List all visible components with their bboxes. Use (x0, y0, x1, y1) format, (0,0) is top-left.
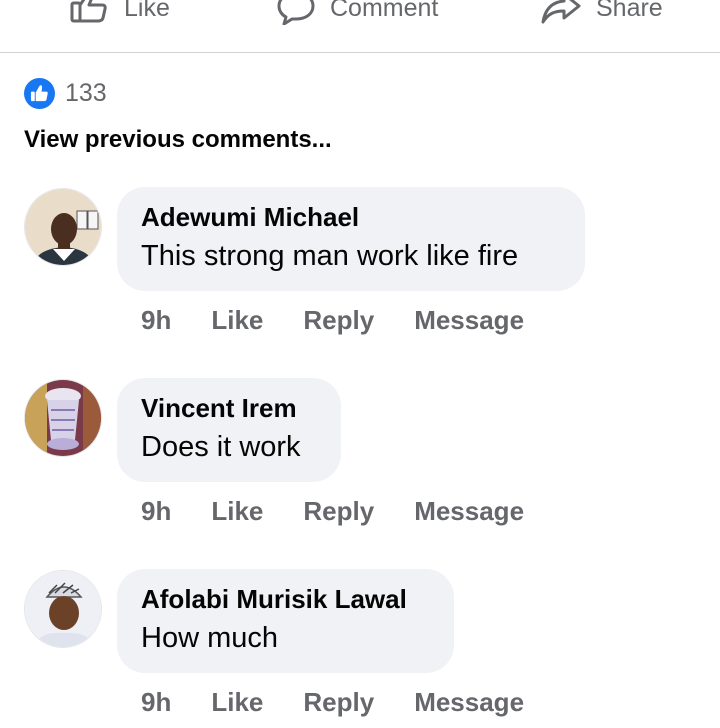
comment-timestamp[interactable]: 9h (141, 687, 171, 718)
comment-bubble: Adewumi Michael This strong man work lik… (117, 187, 585, 291)
share-button-label: Share (596, 0, 663, 22)
comment-reply-button[interactable]: Reply (303, 496, 374, 527)
comment-like-button[interactable]: Like (211, 305, 263, 336)
comment-author[interactable]: Afolabi Murisik Lawal (141, 583, 430, 615)
avatar[interactable] (24, 570, 102, 648)
comment-actions: 9h Like Reply Message (141, 305, 524, 336)
comment-button[interactable]: Comment (276, 0, 438, 28)
comment-like-button[interactable]: Like (211, 496, 263, 527)
comment-message-button[interactable]: Message (414, 305, 524, 336)
comment-bubble: Vincent Irem Does it work (117, 378, 341, 482)
thumbs-up-outline-icon (70, 0, 110, 25)
avatar[interactable] (24, 379, 102, 457)
comment-message-button[interactable]: Message (414, 496, 524, 527)
comment-author[interactable]: Vincent Irem (141, 392, 317, 424)
comment-text: This strong man work like fire (141, 240, 519, 272)
like-button-label: Like (124, 0, 170, 22)
post-action-bar: Like Comment Share (0, 0, 720, 53)
comment-message-button[interactable]: Message (414, 687, 524, 718)
avatar[interactable] (24, 188, 102, 266)
comment-bubble: Afolabi Murisik Lawal How much (117, 569, 454, 673)
share-button[interactable]: Share (540, 0, 663, 28)
comment-actions: 9h Like Reply Message (141, 687, 524, 718)
comment-text: How much (141, 622, 278, 654)
comment-icon (276, 0, 316, 25)
reaction-count: 133 (65, 78, 107, 107)
like-button[interactable]: Like (70, 0, 170, 28)
share-icon (540, 0, 582, 25)
comment-actions: 9h Like Reply Message (141, 496, 524, 527)
comment-button-label: Comment (330, 0, 439, 22)
comment-reply-button[interactable]: Reply (303, 305, 374, 336)
comment-text: Does it work (141, 431, 301, 463)
reactions-summary[interactable]: 133 (24, 76, 107, 110)
comment-like-button[interactable]: Like (211, 687, 263, 718)
comment-author[interactable]: Adewumi Michael (141, 201, 561, 233)
comment-timestamp[interactable]: 9h (141, 496, 171, 527)
thumbs-up-icon (24, 77, 55, 109)
comment-reply-button[interactable]: Reply (303, 687, 374, 718)
comment-timestamp[interactable]: 9h (141, 305, 171, 336)
view-previous-comments-link[interactable]: View previous comments... (24, 126, 332, 154)
